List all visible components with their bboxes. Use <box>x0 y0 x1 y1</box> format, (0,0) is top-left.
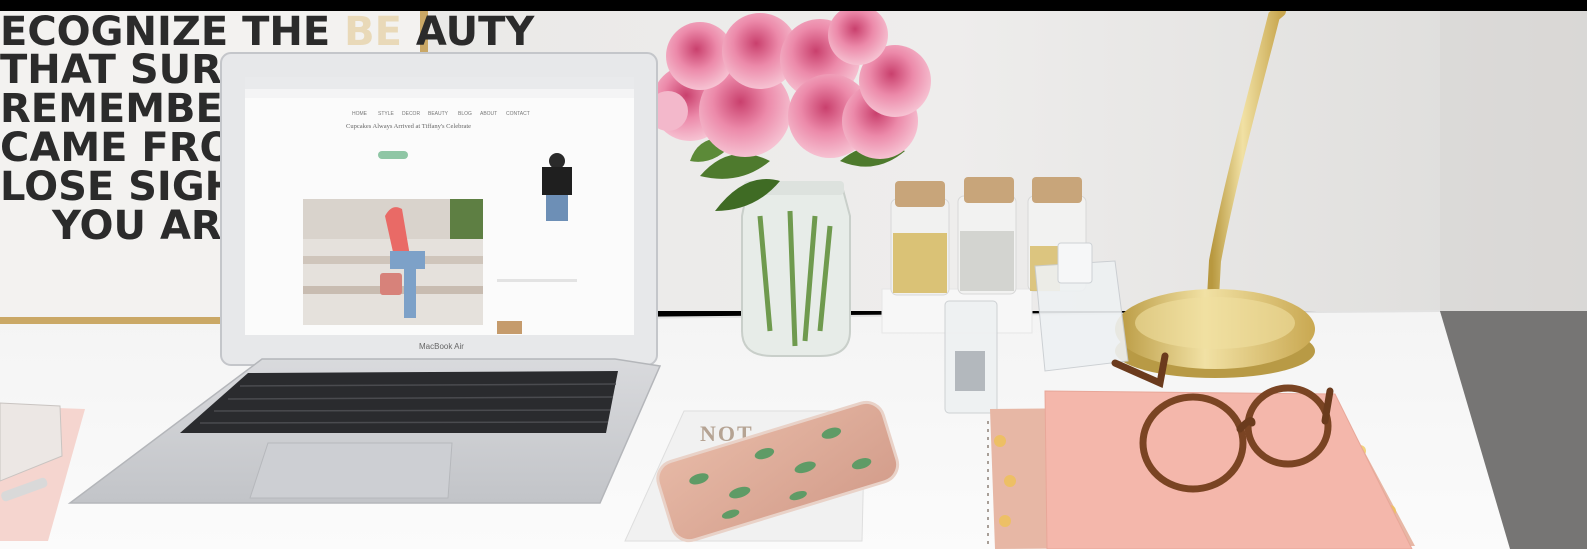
desk-scene: ECOGNIZE THE BE AUTY THAT SURROUNI REMEM… <box>0 11 1587 549</box>
screen-nav-item: DECOR <box>402 111 420 117</box>
laptop-keyboard <box>180 371 618 433</box>
jar-clips <box>957 177 1017 295</box>
screen-nav-item: STYLE <box>378 111 395 117</box>
screen-photo <box>303 199 483 325</box>
laptop-trackpad <box>249 442 453 499</box>
screen-button <box>378 151 408 159</box>
desk-photo: ECOGNIZE THE BE AUTY THAT SURROUNI REMEM… <box>0 11 1587 549</box>
screen-nav-item: BEAUTY <box>428 111 449 117</box>
screen-heading: Cupcakes Always Arrived at Tiffany's Cel… <box>346 123 471 130</box>
screen-nav-item: CONTACT <box>506 111 530 117</box>
screen-nav-item: HOME <box>352 111 368 117</box>
screen-nav-item: ABOUT <box>480 111 497 117</box>
screen-nav-item: BLOG <box>458 111 472 117</box>
acrylic-stapler <box>944 300 998 414</box>
jar-gold-pins <box>890 181 950 296</box>
laptop-brand-label: MacBook Air <box>419 342 464 351</box>
